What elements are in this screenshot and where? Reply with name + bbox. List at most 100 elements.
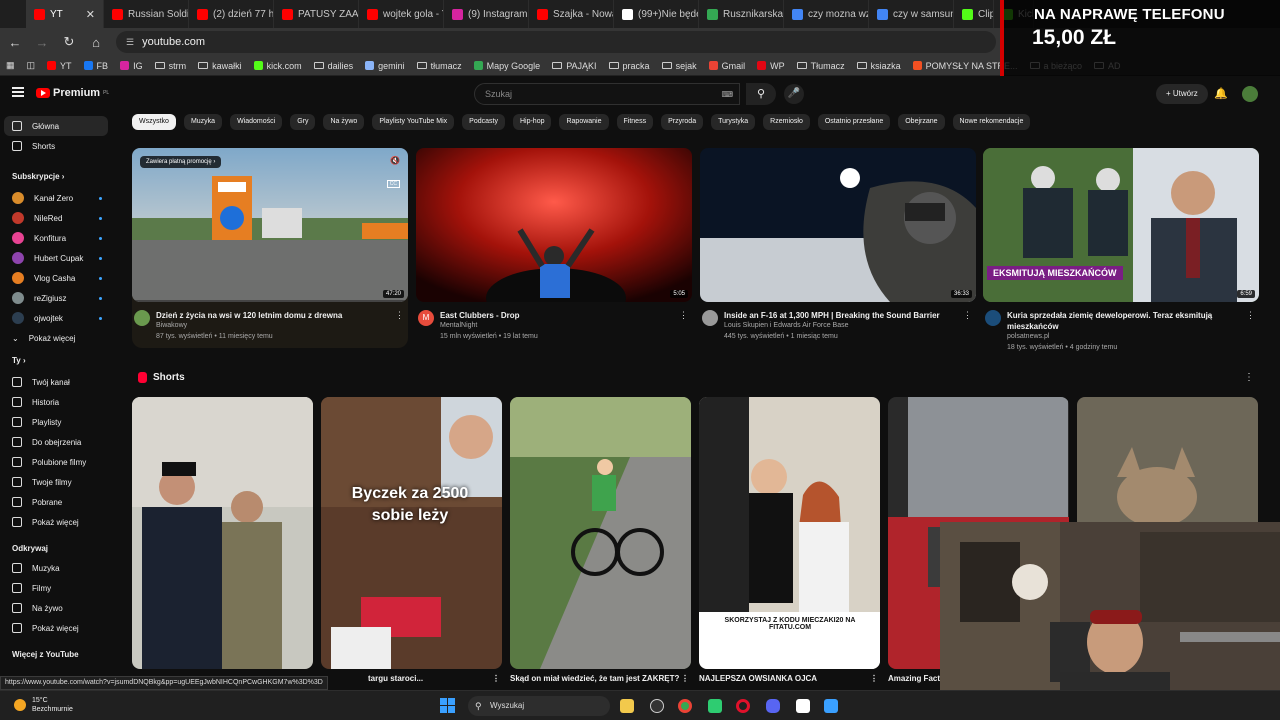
sidebar-item[interactable]: Pobrane [4, 492, 108, 512]
bookmark-item[interactable]: pracka [608, 61, 650, 71]
sidebar-item[interactable]: Playlisty [4, 412, 108, 432]
browser-tab[interactable]: czy w samsung [869, 0, 954, 28]
video-card[interactable]: 5:05 M East Clubbers - Drop MentalNight 15 m… [416, 148, 692, 354]
sidebar-item[interactable]: Do obejrzenia [4, 432, 108, 452]
shield-app-icon[interactable] [708, 699, 722, 713]
bookmark-item[interactable]: Mapy Google [473, 61, 540, 71]
channel-avatar[interactable] [985, 310, 1001, 326]
sidebar-item[interactable]: Polubione filmy [4, 452, 108, 472]
file-explorer-icon[interactable] [620, 699, 634, 713]
filter-chip[interactable]: Hip-hop [512, 114, 552, 130]
browser-tab[interactable]: Clip [954, 0, 994, 28]
address-bar[interactable]: ☰ youtube.com [116, 31, 996, 53]
short-more-icon[interactable]: ⋮ [870, 674, 878, 683]
sidebar-item[interactable]: Historia [4, 392, 108, 412]
captions-icon[interactable]: CC [386, 180, 400, 188]
sidebar-item[interactable]: Twoje filmy [4, 472, 108, 492]
browser-tab[interactable]: czy mozna wzi [784, 0, 869, 28]
bookmark-item[interactable]: PAJĄKI [552, 61, 597, 71]
bookmarks-apps-icon[interactable]: ◫ [27, 60, 36, 71]
short-title[interactable]: Skąd on miał wiedzieć, że tam jest ZAKRĘ… [510, 674, 679, 683]
video-title[interactable]: Dzień z życia na wsi w 120 letnim domu z… [156, 310, 386, 321]
account-avatar[interactable] [1242, 86, 1258, 102]
browser-tab[interactable]: Russian Soldie [104, 0, 189, 28]
filter-chip[interactable]: Obejrzane [898, 114, 945, 130]
browser-tab[interactable]: (99+)Nie będę [614, 0, 699, 28]
bookmark-item[interactable]: sejak [661, 61, 697, 71]
sidebar-item[interactable]: Muzyka [4, 558, 108, 578]
video-channel-name[interactable]: Louis Skupien i Edwards Air Force Base [724, 322, 849, 329]
back-icon[interactable]: ← [3, 35, 27, 50]
video-more-icon[interactable]: ⋮ [679, 310, 688, 321]
capcut-icon[interactable] [796, 699, 810, 713]
bookmark-item[interactable]: strm [154, 61, 186, 71]
sidebar-item[interactable]: Pokaż więcej [4, 512, 108, 532]
video-thumbnail[interactable]: EKSMITUJĄ MIESZKAŃCÓW 6:59 [983, 148, 1259, 302]
subscription-item[interactable]: Konfitura [4, 228, 108, 248]
sidebar-item[interactable]: Twój kanał [4, 372, 108, 392]
video-thumbnail[interactable]: 5:05 [416, 148, 692, 302]
video-title[interactable]: East Clubbers - Drop [440, 310, 670, 321]
home-icon[interactable]: ⌂ [84, 35, 108, 50]
sidebar-item[interactable]: Pokaż więcej [4, 618, 108, 638]
obs-icon[interactable] [650, 699, 664, 713]
filter-chip[interactable]: Przyroda [661, 114, 704, 130]
weather-widget[interactable]: 15°C Bezchmurnie [14, 696, 73, 714]
browser-tab[interactable]: (9) Instagram [444, 0, 529, 28]
filter-chip[interactable]: Playlisty YouTube Mix [372, 114, 455, 130]
bookmark-item[interactable]: YT [47, 61, 72, 71]
video-thumbnail[interactable]: 36:33 [700, 148, 976, 302]
bookmark-item[interactable]: Tłumacz [796, 61, 845, 71]
opera-icon[interactable] [736, 699, 750, 713]
bookmark-item[interactable]: kawałki [198, 61, 242, 71]
chrome-icon[interactable] [678, 699, 692, 713]
filter-chip[interactable]: Rzemiosło [763, 114, 810, 130]
create-button[interactable]: + Utwórz [1156, 84, 1208, 104]
video-title[interactable]: Inside an F-16 at 1,300 MPH | Breaking t… [724, 310, 954, 321]
filter-chip[interactable]: Podcasty [462, 114, 505, 130]
subscription-item[interactable]: ojwojtek [4, 308, 108, 328]
channel-avatar[interactable]: M [418, 310, 434, 326]
short-card[interactable]: SKORZYSTAJ Z KODU MIECZAKI20 NA FITATU.C… [699, 397, 880, 669]
video-card[interactable]: 36:33 Inside an F-16 at 1,300 MPH | Break… [700, 148, 976, 354]
subs-show-more[interactable]: ⌄ Pokaż więcej [4, 328, 108, 348]
bookmark-item[interactable]: IG [120, 61, 143, 71]
subscription-item[interactable]: NileRed [4, 208, 108, 228]
taskbar-search[interactable]: ⚲ Wyszukaj [468, 696, 610, 716]
video-channel-name[interactable]: Biwakowy [156, 322, 187, 329]
video-title[interactable]: Kuria sprzedała ziemię deweloperowi. Ter… [1007, 310, 1237, 332]
filter-chip[interactable]: Wszystko [132, 114, 176, 130]
apps-grid-icon[interactable]: ▦ [6, 60, 15, 71]
short-card[interactable] [132, 397, 313, 669]
browser-tab[interactable]: Rusznikarska-L [699, 0, 784, 28]
subscriptions-heading[interactable]: Subskrypcje › [12, 172, 64, 181]
filter-chip[interactable]: Wiadomości [230, 114, 283, 130]
bookmark-item[interactable]: ksiazka [856, 61, 901, 71]
short-title[interactable]: Amazing Fact [888, 674, 940, 683]
bookmark-item[interactable]: FB [83, 61, 108, 71]
browser-tab[interactable]: YT ✕ [26, 0, 104, 28]
filter-chip[interactable]: Nowe rekomendacje [952, 114, 1031, 130]
bookmark-item[interactable]: gemini [365, 61, 405, 71]
keyboard-icon[interactable]: ⌨ [721, 90, 733, 99]
paid-promotion-badge[interactable]: Zawiera płatną promocję › [140, 156, 222, 168]
forward-icon[interactable]: → [30, 35, 54, 50]
search-input[interactable]: Szukaj ⌨ [474, 83, 740, 105]
sidebar-item[interactable]: Filmy [4, 578, 108, 598]
notifications-bell-icon[interactable]: 🔔 [1214, 87, 1228, 100]
browser-tab[interactable]: wojtek gola - Y [359, 0, 444, 28]
video-more-icon[interactable]: ⋮ [1246, 310, 1255, 321]
subscription-item[interactable]: Hubert Cupak [4, 248, 108, 268]
reload-icon[interactable]: ↻ [57, 34, 81, 50]
browser-tab[interactable]: (2) dzień 77 ha [189, 0, 274, 28]
channel-avatar[interactable] [702, 310, 718, 326]
bookmark-item[interactable]: dailies [313, 61, 353, 71]
video-channel-name[interactable]: polsatnews.pl [1007, 333, 1049, 340]
filter-chip[interactable]: Rapowanie [559, 114, 609, 130]
you-heading[interactable]: Ty › [12, 356, 26, 365]
short-title[interactable]: targu staroci... [368, 674, 423, 683]
filter-chip[interactable]: Na żywo [323, 114, 365, 130]
video-card[interactable]: Zawiera płatną promocję › 🔇 CC 47:20 Dzień z… [132, 148, 408, 348]
bookmark-item[interactable]: WP [757, 61, 785, 71]
video-thumbnail[interactable]: Zawiera płatną promocję › 🔇 CC 47:20 [132, 148, 408, 302]
